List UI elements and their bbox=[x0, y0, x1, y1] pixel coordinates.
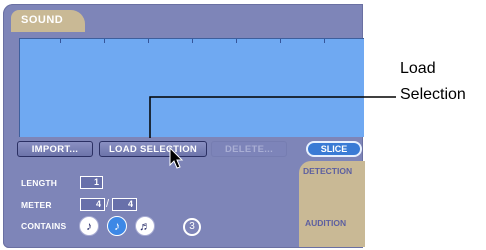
callout-label-line1: Load bbox=[400, 60, 436, 77]
callout-line bbox=[149, 96, 396, 138]
callout-overlay bbox=[149, 96, 396, 169]
callout-label-line2: Selection bbox=[400, 86, 466, 103]
mouse-cursor-icon bbox=[169, 146, 184, 169]
